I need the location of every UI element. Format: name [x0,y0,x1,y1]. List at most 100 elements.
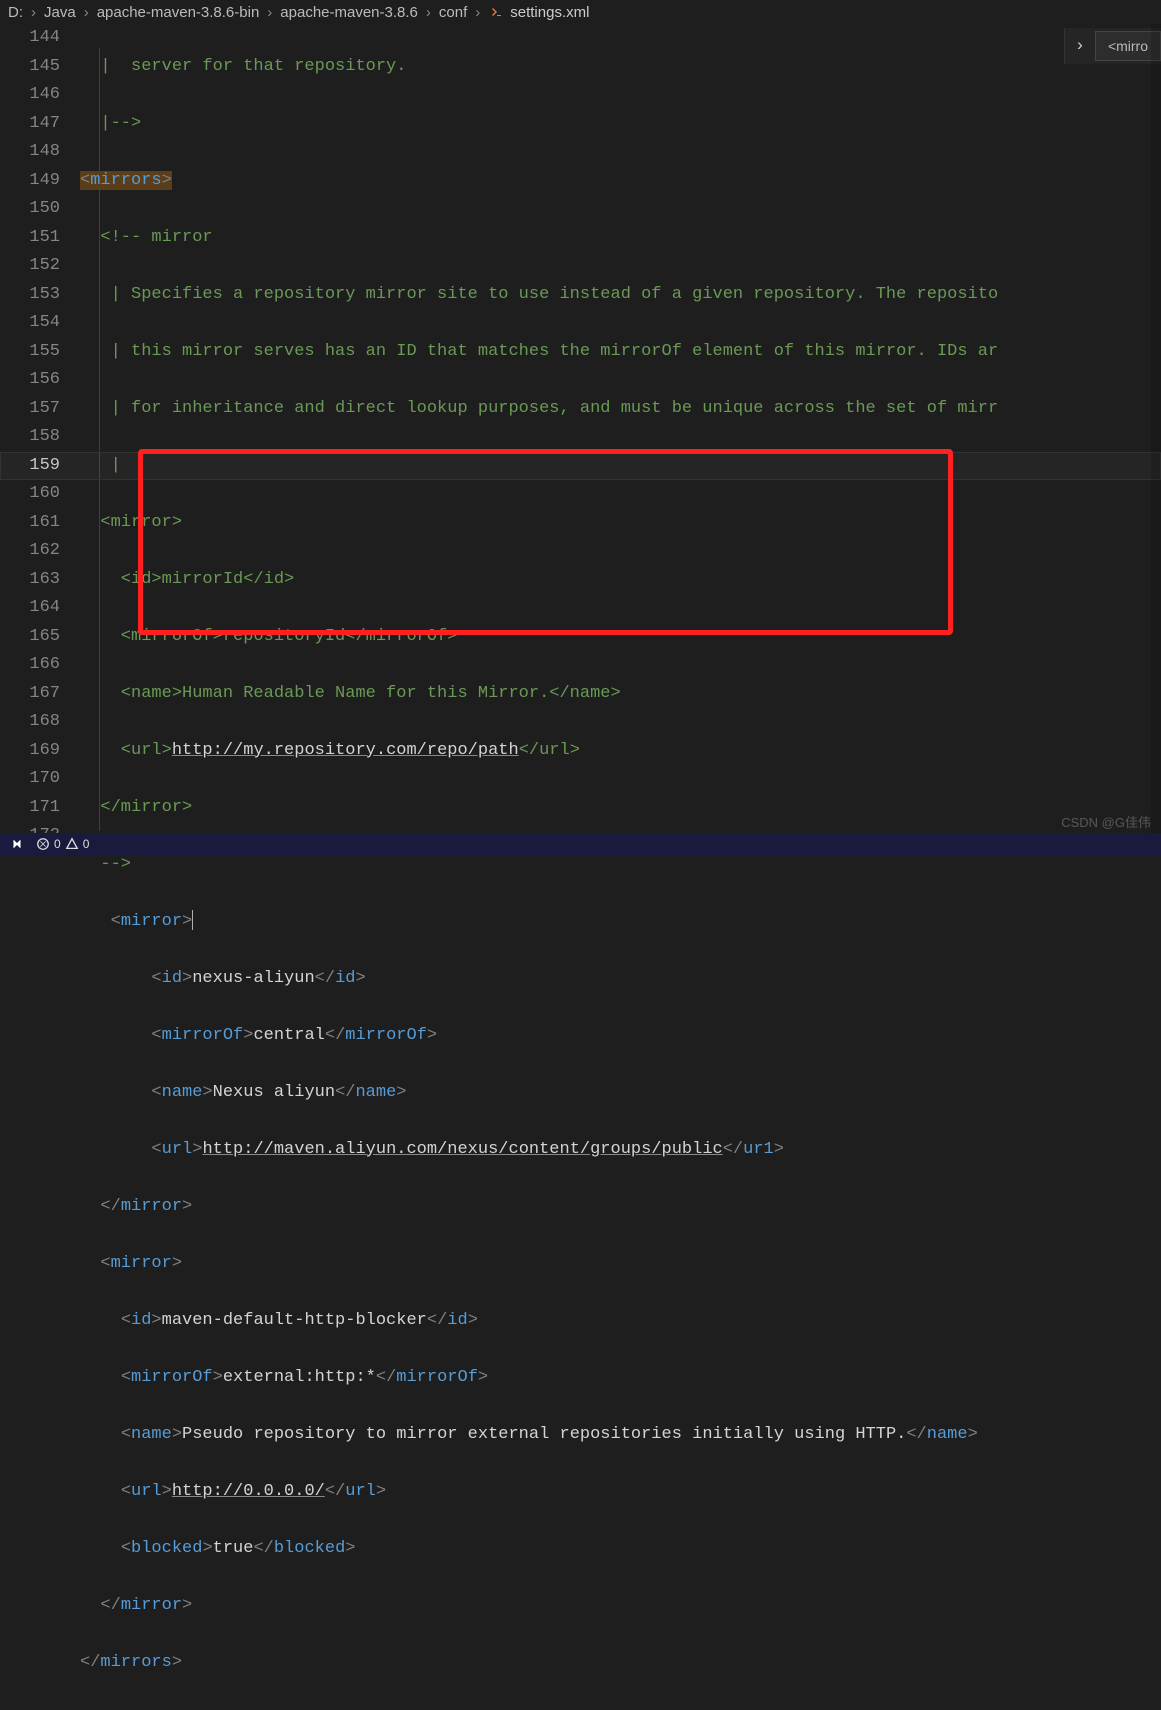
tag-mirror-close: mirror [121,1197,182,1216]
line-number: 156 [0,366,60,395]
code-text: Pseudo repository to mirror external rep… [182,1425,906,1444]
line-number: 153 [0,281,60,310]
code-text: | this mirror serves has an ID that matc… [80,342,998,361]
code-url: http://my.repository.com/repo/path [172,741,519,760]
breadcrumb-file[interactable]: settings.xml [510,4,589,21]
line-number: 144 [0,24,60,53]
line-number: 164 [0,594,60,623]
breadcrumb-item[interactable]: conf [439,4,467,21]
code-text: Nexus aliyun [213,1083,335,1102]
line-number: 158 [0,423,60,452]
line-number: 155 [0,338,60,367]
tag-blocked-close: blocked [274,1539,345,1558]
chevron-right-icon: › [82,4,91,21]
remote-indicator[interactable] [10,837,24,851]
tag-mirrorof: mirrorOf [131,1368,213,1387]
line-number: 157 [0,395,60,424]
tag-mirrors-close: mirrors [100,1653,171,1672]
line-number: 166 [0,651,60,680]
tag-mirror-close: mirror [121,1596,182,1615]
line-number: 146 [0,81,60,110]
warning-icon [65,837,79,851]
line-number: 154 [0,309,60,338]
line-number: 149 [0,167,60,196]
tag-mirror: mirror [111,1254,172,1273]
code-text: true [213,1539,254,1558]
tag-url-close: url [345,1482,376,1501]
code-url: http://maven.aliyun.com/nexus/content/gr… [202,1140,722,1159]
tag-mirrors: mirrors [90,171,161,190]
line-number: 170 [0,765,60,794]
line-number: 162 [0,537,60,566]
breadcrumb: D: › Java › apache-maven-3.8.6-bin › apa… [0,0,1161,24]
code-text: central [253,1026,324,1045]
tag-id: id [162,969,182,988]
tag-name-close: name [355,1083,396,1102]
code-text: </url> [519,741,580,760]
line-number: 145 [0,53,60,82]
watermark: CSDN @G佳伟 [1061,812,1151,831]
line-number: 160 [0,480,60,509]
xml-file-icon [488,4,504,20]
code-text: nexus-aliyun [192,969,314,988]
problems-indicator[interactable]: 0 0 [36,837,89,851]
line-number: 150 [0,195,60,224]
line-number: 151 [0,224,60,253]
tag-id-close: id [447,1311,467,1330]
code-text: <name>Human Readable Name for this Mirro… [80,684,621,703]
line-number: 171 [0,794,60,823]
tag-url: url [162,1140,193,1159]
tag-name: name [162,1083,203,1102]
code-text: <id>mirrorId</id> [80,570,294,589]
code-text: <mirrorOf>repositoryId</mirrorOf> [80,627,457,646]
code-text: | server for that repository. [80,57,406,76]
breadcrumb-item[interactable]: apache-maven-3.8.6-bin [97,4,260,21]
tag-mirrorof: mirrorOf [162,1026,244,1045]
chevron-right-icon: › [473,4,482,21]
text-cursor [192,910,193,930]
line-number: 161 [0,509,60,538]
code-text: | Specifies a repository mirror site to … [80,285,998,304]
tag-name-close: name [927,1425,968,1444]
code-text: maven-default-http-blocker [162,1311,427,1330]
tag-mirrorof-close: mirrorOf [396,1368,478,1387]
breadcrumb-item[interactable]: apache-maven-3.8.6 [280,4,418,21]
status-bar: 0 0 [0,833,1161,855]
error-count: 0 [54,837,61,851]
code-text: <!-- mirror [80,228,213,247]
chevron-right-icon: › [424,4,433,21]
line-number: 148 [0,138,60,167]
minimap[interactable] [1151,24,1161,833]
code-text: | for inheritance and direct lookup purp… [80,399,998,418]
chevron-right-icon: › [265,4,274,21]
tag-blocked: blocked [131,1539,202,1558]
code-text: |--> [80,114,141,133]
code-text: | [80,456,121,475]
code-text: <mirror> [80,513,182,532]
line-number: 163 [0,566,60,595]
breadcrumb-item[interactable]: Java [44,4,76,21]
code-text: --> [80,855,131,874]
chevron-right-icon: › [29,4,38,21]
code-text: <url> [80,741,172,760]
line-number: 147 [0,110,60,139]
code-editor[interactable]: 144 145 146 147 148 149 150 151 152 153 … [0,24,1161,831]
line-number: 152 [0,252,60,281]
line-number: 168 [0,708,60,737]
code-url: http://0.0.0.0/ [172,1482,325,1501]
tag-id: id [131,1311,151,1330]
code-text: </mirror> [80,798,192,817]
error-icon [36,837,50,851]
remote-icon [10,837,24,851]
line-number: 169 [0,737,60,766]
tag-url-close: ur1 [743,1140,774,1159]
tag-mirrorof-close: mirrorOf [345,1026,427,1045]
tag-mirror: mirror [121,912,182,931]
line-number-gutter: 144 145 146 147 148 149 150 151 152 153 … [0,24,80,831]
code-text: external:http:* [223,1368,376,1387]
warning-count: 0 [83,837,90,851]
line-number: 165 [0,623,60,652]
code-content[interactable]: | server for that repository. |--> <mirr… [80,24,1161,831]
breadcrumb-root[interactable]: D: [8,4,23,21]
line-number: 167 [0,680,60,709]
